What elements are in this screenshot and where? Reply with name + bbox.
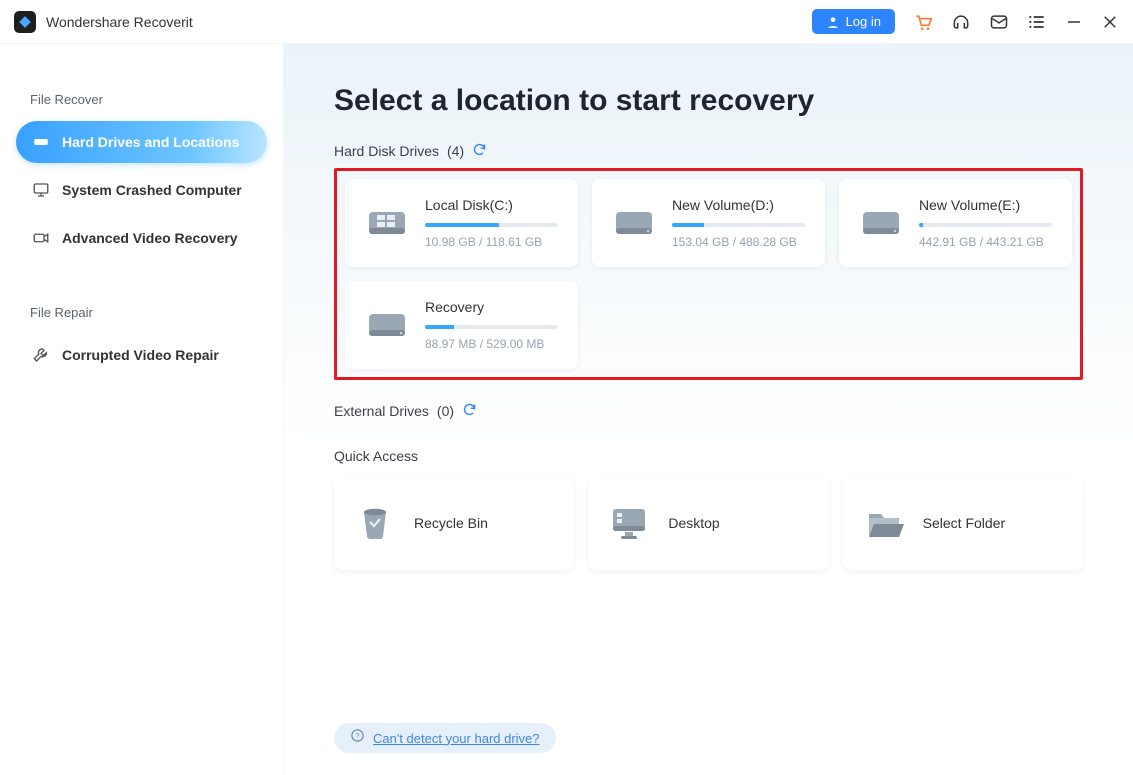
sidebar-section-file-recover: File Recover xyxy=(30,92,267,107)
quick-access-card[interactable]: Select Folder xyxy=(843,476,1083,570)
sidebar-item-advanced-video[interactable]: Advanced Video Recovery xyxy=(16,217,267,259)
external-drives-header: External Drives (0) xyxy=(334,402,1083,420)
help-detect-drive[interactable]: ? Can't detect your hard drive? xyxy=(334,723,556,753)
sidebar-item-system-crashed[interactable]: System Crashed Computer xyxy=(16,169,267,211)
list-icon[interactable] xyxy=(1027,12,1047,32)
external-drives-count: (0) xyxy=(437,403,454,419)
sidebar-item-label: Corrupted Video Repair xyxy=(62,347,219,363)
drive-capacity: 153.04 GB / 488.28 GB xyxy=(672,235,805,249)
help-link-text: Can't detect your hard drive? xyxy=(373,731,540,746)
drive-capacity: 442.91 GB / 443.21 GB xyxy=(919,235,1052,249)
drive-info: New Volume(E:) 442.91 GB / 443.21 GB xyxy=(919,197,1052,249)
camera-icon xyxy=(32,229,50,247)
drive-card[interactable]: Local Disk(C:) 10.98 GB / 118.61 GB xyxy=(345,179,578,267)
quick-access-label: Recycle Bin xyxy=(414,515,488,531)
wrench-icon xyxy=(32,346,50,364)
drive-name: New Volume(D:) xyxy=(672,197,805,213)
quick-access-label: Desktop xyxy=(668,515,719,531)
drive-progress xyxy=(425,223,558,227)
headset-icon[interactable] xyxy=(951,12,971,32)
recycle-icon xyxy=(354,502,396,544)
drive-progress xyxy=(919,223,1052,227)
help-icon: ? xyxy=(350,728,365,748)
page-title: Select a location to start recovery xyxy=(334,84,1083,118)
drive-card[interactable]: New Volume(D:) 153.04 GB / 488.28 GB xyxy=(592,179,825,267)
drive-capacity: 88.97 MB / 529.00 MB xyxy=(425,337,558,351)
minimize-icon[interactable] xyxy=(1065,13,1083,31)
drive-glyph-icon xyxy=(612,206,656,240)
main-panel: Select a location to start recovery Hard… xyxy=(284,44,1133,775)
external-drives-label: External Drives xyxy=(334,403,429,419)
cart-icon[interactable] xyxy=(913,12,933,32)
drive-icon xyxy=(32,133,50,151)
drive-card[interactable]: Recovery 88.97 MB / 529.00 MB xyxy=(345,281,578,369)
quick-access-label: Select Folder xyxy=(923,515,1005,531)
drive-name: Local Disk(C:) xyxy=(425,197,558,213)
drive-name: New Volume(E:) xyxy=(919,197,1052,213)
hard-drives-count: (4) xyxy=(447,143,464,159)
drive-info: Local Disk(C:) 10.98 GB / 118.61 GB xyxy=(425,197,558,249)
drive-card[interactable]: New Volume(E:) 442.91 GB / 443.21 GB xyxy=(839,179,1072,267)
refresh-icon[interactable] xyxy=(462,402,477,420)
sidebar-item-corrupted-video[interactable]: Corrupted Video Repair xyxy=(16,334,267,376)
drive-info: New Volume(D:) 153.04 GB / 488.28 GB xyxy=(672,197,805,249)
user-icon xyxy=(826,15,840,29)
drives-highlight-box: Local Disk(C:) 10.98 GB / 118.61 GB New Vo… xyxy=(334,168,1083,380)
login-button[interactable]: Log in xyxy=(812,9,895,34)
sidebar-item-hard-drives[interactable]: Hard Drives and Locations xyxy=(16,121,267,163)
quick-access-card[interactable]: Desktop xyxy=(588,476,828,570)
drive-glyph-icon xyxy=(859,206,903,240)
hard-drives-header: Hard Disk Drives (4) xyxy=(334,142,1083,160)
drive-progress xyxy=(672,223,805,227)
drive-glyph-icon xyxy=(365,308,409,342)
folder-icon xyxy=(863,502,905,544)
quick-access-label: Quick Access xyxy=(334,448,1083,464)
close-icon[interactable] xyxy=(1101,13,1119,31)
drive-capacity: 10.98 GB / 118.61 GB xyxy=(425,235,558,249)
sidebar-item-label: System Crashed Computer xyxy=(62,182,242,198)
sidebar-item-label: Hard Drives and Locations xyxy=(62,134,239,150)
svg-text:?: ? xyxy=(355,731,359,740)
login-label: Log in xyxy=(846,14,881,29)
desktop-icon xyxy=(608,502,650,544)
drive-glyph-icon xyxy=(365,206,409,240)
app-logo xyxy=(14,11,36,33)
sidebar-item-label: Advanced Video Recovery xyxy=(62,230,238,246)
titlebar-right: Log in xyxy=(812,9,1119,34)
mail-icon[interactable] xyxy=(989,12,1009,32)
drive-info: Recovery 88.97 MB / 529.00 MB xyxy=(425,299,558,351)
refresh-icon[interactable] xyxy=(472,142,487,160)
app-title: Wondershare Recoverit xyxy=(46,14,193,30)
titlebar: Wondershare Recoverit Log in xyxy=(0,0,1133,44)
monitor-icon xyxy=(32,181,50,199)
drive-name: Recovery xyxy=(425,299,558,315)
sidebar-section-file-repair: File Repair xyxy=(30,305,267,320)
sidebar: File Recover Hard Drives and Locations S… xyxy=(0,44,284,775)
drive-progress xyxy=(425,325,558,329)
quick-access-card[interactable]: Recycle Bin xyxy=(334,476,574,570)
hard-drives-label: Hard Disk Drives xyxy=(334,143,439,159)
